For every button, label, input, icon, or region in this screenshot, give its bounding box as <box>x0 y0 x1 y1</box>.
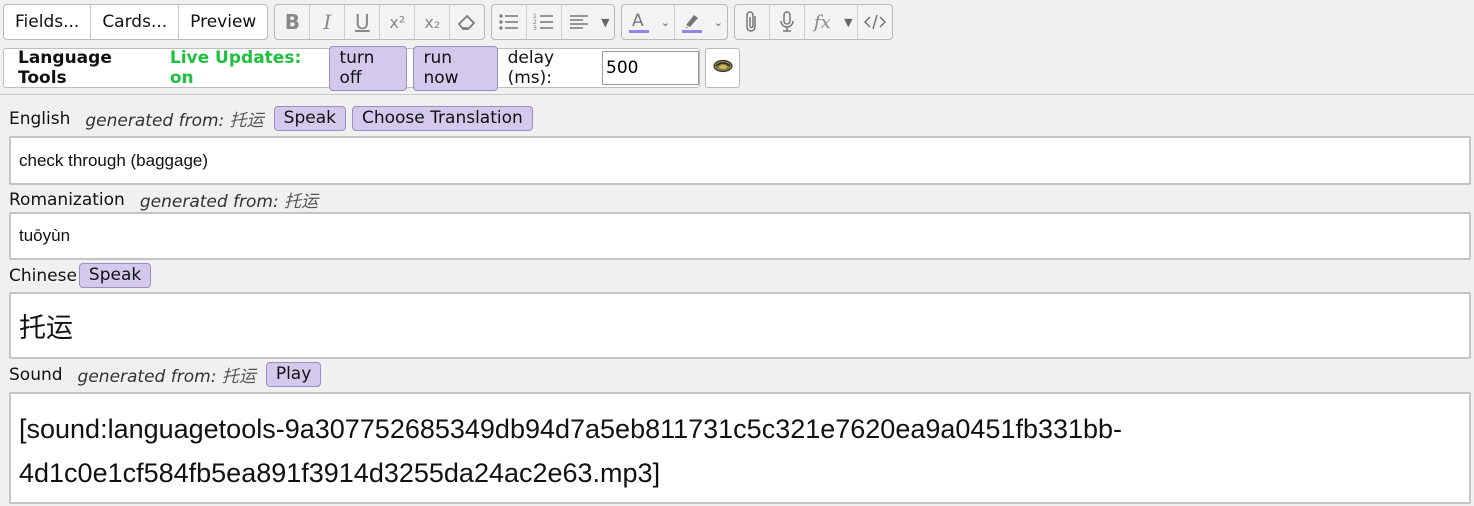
list-group: 123 ▼ <box>491 4 616 40</box>
choose-translation-button[interactable]: Choose Translation <box>351 106 533 131</box>
field-name-romanization: Romanization <box>9 189 125 210</box>
live-updates-status: Live Updates: on <box>169 48 302 88</box>
mathjax-icon[interactable]: fx <box>805 5 839 39</box>
microphone-icon[interactable] <box>770 5 806 39</box>
chinese-field[interactable]: 托运 <box>9 292 1471 359</box>
align-left-icon[interactable] <box>562 5 596 39</box>
field-label-romanization: Romanization generated from: 托运 <box>9 187 328 213</box>
language-tools-addon-button[interactable] <box>705 48 740 88</box>
fields-button[interactable]: Fields... <box>4 5 92 39</box>
preview-button[interactable]: Preview <box>179 5 267 39</box>
speak-button-english[interactable]: Speak <box>273 106 346 131</box>
editor-toolbar: Fields... Cards... Preview B I U x² x₂ 1… <box>3 4 899 40</box>
language-tools-icon <box>712 58 734 78</box>
svg-text:A: A <box>632 11 644 31</box>
field-name-english: English <box>9 108 71 129</box>
svg-text:3: 3 <box>533 25 537 32</box>
note-buttons-group: Fields... Cards... Preview <box>3 4 269 40</box>
color-group: A ⌄ ⌄ <box>621 4 729 40</box>
english-field[interactable]: check through (baggage) <box>9 136 1471 185</box>
unordered-list-icon[interactable] <box>492 5 528 39</box>
html-editor-icon[interactable] <box>858 5 892 39</box>
bold-button[interactable]: B <box>275 5 311 39</box>
superscript-button[interactable]: x² <box>380 5 416 39</box>
field-name-sound: Sound <box>9 364 63 385</box>
sound-field-value-line1: [sound:languagetools-9a307752685349db94d… <box>19 414 1123 444</box>
mathjax-chevron-icon[interactable]: ▼ <box>839 5 859 39</box>
run-now-button[interactable]: run now <box>413 45 498 91</box>
romanization-field[interactable]: tuōyùn <box>9 212 1471 260</box>
generated-from-english: generated from: 托运 <box>85 111 264 131</box>
language-tools-bar: Language Tools Live Updates: on turn off… <box>3 45 700 91</box>
delay-input[interactable] <box>602 51 700 85</box>
text-format-group: B I U x² x₂ <box>274 4 486 40</box>
subscript-button[interactable]: x₂ <box>415 5 451 39</box>
field-name-chinese: Chinese <box>9 265 77 286</box>
delay-label: delay (ms): <box>507 48 555 88</box>
language-tools-title: Language Tools <box>18 48 112 88</box>
highlight-chevron-icon[interactable]: ⌄ <box>709 5 727 39</box>
text-color-icon[interactable]: A <box>622 5 656 39</box>
play-button[interactable]: Play <box>265 362 322 387</box>
italic-button[interactable]: I <box>310 5 346 39</box>
field-label-sound: Sound generated from: 托运 Play <box>9 362 327 387</box>
generated-from-sound: generated from: 托运 <box>77 367 256 387</box>
turn-off-button[interactable]: turn off <box>329 45 408 91</box>
generated-from-romanization: generated from: 托运 <box>139 192 319 212</box>
field-label-chinese: Chinese Speak <box>9 263 157 288</box>
speak-button-chinese[interactable]: Speak <box>78 263 152 288</box>
text-color-chevron-icon[interactable]: ⌄ <box>656 5 676 39</box>
english-field-value: check through (baggage) <box>19 150 209 170</box>
ordered-list-icon[interactable]: 123 <box>527 5 563 39</box>
sound-field-value-line2: 4d1c0e1cf584fb5ea891f3914d3255da24ac2e63… <box>19 458 661 488</box>
paperclip-icon[interactable] <box>735 5 771 39</box>
toolbar-divider <box>0 94 1474 95</box>
underline-button[interactable]: U <box>345 5 381 39</box>
field-label-english: English generated from: 托运 Speak Choose … <box>9 106 539 131</box>
romanization-field-value: tuōyùn <box>19 226 71 245</box>
highlight-color-icon[interactable] <box>675 5 709 39</box>
eraser-icon[interactable] <box>450 5 484 39</box>
chinese-field-value: 托运 <box>19 313 73 344</box>
align-dropdown-chevron-icon[interactable]: ▼ <box>596 5 614 39</box>
sound-field[interactable]: [sound:languagetools-9a307752685349db94d… <box>9 392 1471 504</box>
media-group: fx ▼ <box>734 4 894 40</box>
cards-button[interactable]: Cards... <box>91 5 180 39</box>
